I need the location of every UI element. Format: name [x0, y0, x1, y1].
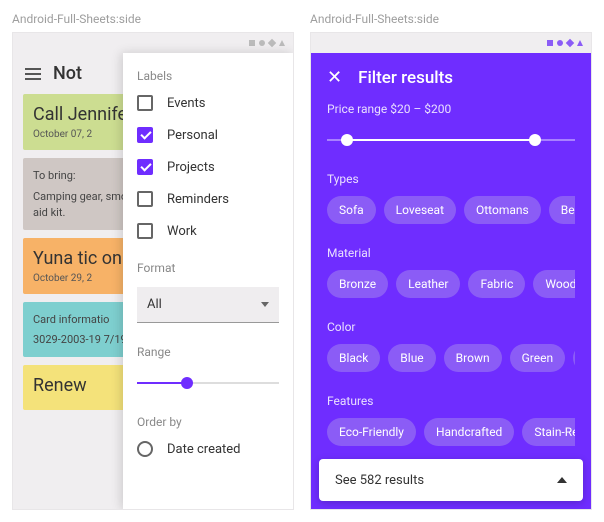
checkbox-icon	[137, 127, 153, 143]
caption-right: Android-Full-Sheets:side	[310, 12, 592, 26]
range-slider[interactable]	[137, 373, 279, 393]
device-right: ✕ Filter results Price range $20 – $200 …	[310, 32, 592, 510]
filter-section-label: Types	[327, 172, 575, 186]
chip-row: Eco-Friendly Handcrafted Stain-Resistent	[327, 418, 575, 446]
filter-chip[interactable]: Brown	[444, 344, 502, 372]
device-left: Not Call Jennife October 07, 2 To bring:…	[12, 32, 294, 510]
filter-chip[interactable]: Leather	[396, 270, 460, 298]
label-checkbox-row[interactable]: Work	[137, 223, 279, 239]
checkbox-label: Events	[167, 96, 205, 111]
price-range-label: Price range $20 – $200	[327, 102, 575, 116]
chip-row: Sofa Loveseat Ottomans Benches	[327, 196, 575, 224]
chip-row: BronzeLeatherFabricWoodSteel	[327, 270, 575, 298]
order-option-label: Date created	[167, 442, 241, 457]
filter-section-label: Color	[327, 320, 575, 334]
caption-left: Android-Full-Sheets:side	[12, 12, 294, 26]
checkbox-icon	[137, 159, 153, 175]
menu-icon[interactable]	[25, 68, 41, 80]
label-checkbox-row[interactable]: Personal	[137, 127, 279, 143]
chevron-up-icon	[557, 477, 567, 483]
checkbox-icon	[137, 95, 153, 111]
app-title: Not	[53, 63, 82, 84]
format-value: All	[147, 297, 162, 312]
results-text: See 582 results	[335, 473, 424, 488]
filter-section-label: Material	[327, 246, 575, 260]
chip-row: Black Blue Brown Green Multicolo	[327, 344, 575, 372]
checkbox-icon	[137, 191, 153, 207]
filter-chip[interactable]: Eco-Friendly	[327, 418, 416, 446]
filter-chip[interactable]: Stain-Resistent	[522, 418, 575, 446]
filter-chip[interactable]: Loveseat	[384, 196, 456, 224]
order-header: Order by	[137, 415, 279, 429]
checkbox-label: Projects	[167, 160, 215, 175]
checkbox-icon	[137, 223, 153, 239]
filter-chip[interactable]: Wood	[533, 270, 575, 298]
range-header: Range	[137, 345, 279, 359]
price-slider[interactable]	[327, 130, 575, 150]
checkbox-label: Reminders	[167, 192, 229, 207]
filter-sheet: ✕ Filter results Price range $20 – $200 …	[311, 53, 591, 509]
format-dropdown[interactable]: All	[137, 287, 279, 323]
status-bar	[13, 33, 293, 53]
label-checkbox-row[interactable]: Projects	[137, 159, 279, 175]
filter-chip[interactable]: Bronze	[327, 270, 388, 298]
filter-title: Filter results	[358, 68, 453, 88]
order-option[interactable]: Date created	[137, 441, 279, 457]
label-checkbox-row[interactable]: Reminders	[137, 191, 279, 207]
format-header: Format	[137, 261, 279, 275]
filter-chip[interactable]: Ottomans	[464, 196, 541, 224]
status-bar	[311, 33, 591, 53]
checkbox-label: Personal	[167, 128, 218, 143]
label-checkbox-row[interactable]: Events	[137, 95, 279, 111]
side-sheet: Labels Events Personal Projects Reminders Wo…	[123, 53, 293, 509]
filter-chip[interactable]: Blue	[388, 344, 435, 372]
filter-chip[interactable]: Fabric	[468, 270, 525, 298]
radio-icon	[137, 441, 153, 457]
filter-section-label: Features	[327, 394, 575, 408]
caret-down-icon	[261, 302, 269, 307]
results-button[interactable]: See 582 results	[319, 459, 583, 501]
filter-chip[interactable]: Multicolo	[573, 344, 575, 372]
filter-chip[interactable]: Benches	[549, 196, 575, 224]
filter-chip[interactable]: Sofa	[327, 196, 376, 224]
filter-chip[interactable]: Handcrafted	[424, 418, 514, 446]
filter-chip[interactable]: Black	[327, 344, 380, 372]
labels-header: Labels	[137, 69, 279, 83]
checkbox-label: Work	[167, 224, 197, 239]
filter-chip[interactable]: Green	[510, 344, 565, 372]
close-icon[interactable]: ✕	[327, 67, 342, 88]
